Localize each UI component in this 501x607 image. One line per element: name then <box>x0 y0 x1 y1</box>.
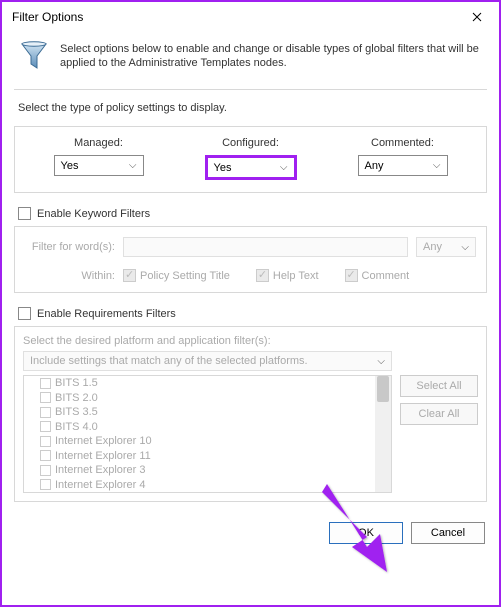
enable-requirements-checkbox[interactable] <box>18 307 31 320</box>
match-mode-value: Any <box>423 241 442 253</box>
funnel-icon <box>18 40 50 77</box>
list-item: BITS 4.0 <box>24 420 391 435</box>
ok-button[interactable]: OK <box>329 522 403 544</box>
chevron-down-icon: ⌵ <box>377 356 391 367</box>
clear-all-button: Clear All <box>400 403 478 425</box>
filter-words-label: Filter for word(s): <box>25 241 115 253</box>
list-item: Internet Explorer 3 <box>24 463 391 478</box>
header: Select options below to enable and chang… <box>2 32 499 89</box>
chevron-down-icon: ⌵ <box>129 160 143 171</box>
list-item: BITS 3.5 <box>24 405 391 420</box>
item-checkbox <box>40 421 51 432</box>
commented-value: Any <box>365 160 384 172</box>
requirements-group: Select the desired platform and applicat… <box>14 326 487 502</box>
item-checkbox <box>40 392 51 403</box>
managed-value: Yes <box>61 160 79 172</box>
header-description: Select options below to enable and chang… <box>50 40 483 77</box>
within-title-checkbox <box>123 269 136 282</box>
enable-keyword-checkbox[interactable] <box>18 207 31 220</box>
managed-label: Managed: <box>74 137 123 149</box>
policy-section-label: Select the type of policy settings to di… <box>2 90 499 122</box>
titlebar: Filter Options <box>2 2 499 32</box>
policy-type-group: Managed: Yes ⌵ Configured: Yes ⌵ Comment… <box>14 126 487 193</box>
close-button[interactable] <box>455 2 499 32</box>
dialog-footer: OK Cancel <box>2 512 499 544</box>
scrollbar <box>375 376 391 492</box>
chevron-down-icon: ⌵ <box>433 160 447 171</box>
platform-list: BITS 1.5 BITS 2.0 BITS 3.5 BITS 4.0 Inte… <box>23 375 392 493</box>
chevron-down-icon: ⌵ <box>280 162 294 173</box>
keyword-group: Filter for word(s): Any ⌵ Within: Policy… <box>14 226 487 293</box>
item-checkbox <box>40 450 51 461</box>
enable-requirements-row: Enable Requirements Filters <box>2 303 499 326</box>
list-item: BITS 1.5 <box>24 376 391 391</box>
scrollbar-thumb <box>377 376 389 402</box>
requirements-desc: Select the desired platform and applicat… <box>23 335 392 347</box>
list-item: Internet Explorer 4 <box>24 478 391 493</box>
requirements-mode-value: Include settings that match any of the s… <box>30 355 308 367</box>
list-item: BITS 2.0 <box>24 391 391 406</box>
within-title-label: Policy Setting Title <box>140 270 230 282</box>
cancel-button[interactable]: Cancel <box>411 522 485 544</box>
managed-select[interactable]: Yes ⌵ <box>54 155 144 176</box>
select-all-button: Select All <box>400 375 478 397</box>
within-comment-checkbox <box>345 269 358 282</box>
item-checkbox <box>40 479 51 490</box>
enable-keyword-label: Enable Keyword Filters <box>37 208 150 220</box>
window-title: Filter Options <box>12 10 83 24</box>
configured-select[interactable]: Yes ⌵ <box>205 155 297 180</box>
within-comment-label: Comment <box>362 270 410 282</box>
item-checkbox <box>40 407 51 418</box>
configured-value: Yes <box>214 162 232 174</box>
filter-words-input <box>123 237 408 257</box>
item-checkbox <box>40 378 51 389</box>
match-mode-select: Any ⌵ <box>416 237 476 257</box>
within-help-label: Help Text <box>273 270 319 282</box>
within-help-checkbox <box>256 269 269 282</box>
within-label: Within: <box>25 270 115 282</box>
item-checkbox <box>40 436 51 447</box>
enable-requirements-label: Enable Requirements Filters <box>37 308 176 320</box>
filter-options-dialog: Filter Options Select options below to e… <box>0 0 501 607</box>
chevron-down-icon: ⌵ <box>461 242 475 253</box>
list-item: Internet Explorer 10 <box>24 434 391 449</box>
configured-label: Configured: <box>222 137 279 149</box>
list-item: Internet Explorer 11 <box>24 449 391 464</box>
commented-select[interactable]: Any ⌵ <box>358 155 448 176</box>
commented-label: Commented: <box>371 137 434 149</box>
requirements-mode-select: Include settings that match any of the s… <box>23 351 392 371</box>
enable-keyword-row: Enable Keyword Filters <box>2 203 499 226</box>
item-checkbox <box>40 465 51 476</box>
